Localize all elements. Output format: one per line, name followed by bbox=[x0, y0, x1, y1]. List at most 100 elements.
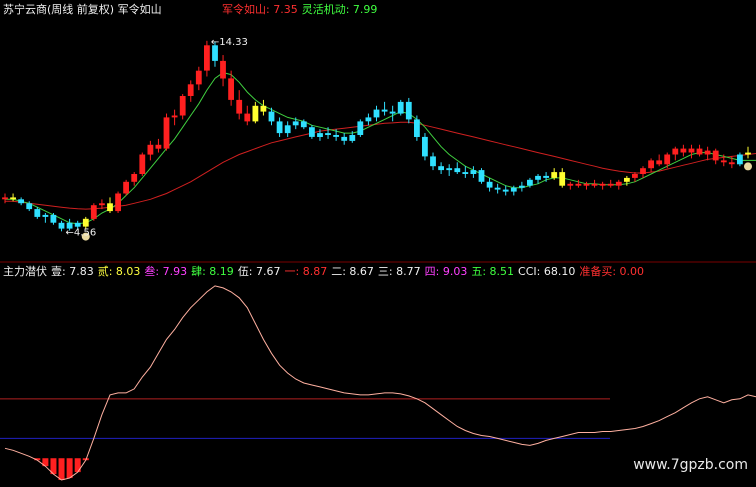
candle-body bbox=[99, 203, 105, 206]
candle-body bbox=[712, 150, 719, 161]
candle-body bbox=[745, 152, 751, 155]
candle-body bbox=[737, 154, 743, 165]
high-price-label: ←14.33 bbox=[211, 37, 248, 48]
candle-body bbox=[599, 183, 606, 186]
candle-body bbox=[26, 203, 33, 210]
candle-body bbox=[607, 183, 614, 186]
candle-body bbox=[10, 197, 16, 200]
candle-body bbox=[510, 187, 517, 192]
candle-body bbox=[543, 175, 549, 178]
candle-body bbox=[333, 135, 339, 137]
candle-body bbox=[349, 135, 356, 141]
candle-body bbox=[187, 84, 194, 96]
indicator-legend-item: 壹: 7.83 bbox=[51, 265, 94, 278]
candle-body bbox=[276, 121, 283, 134]
candle-body bbox=[728, 162, 735, 165]
candle-body bbox=[624, 177, 630, 182]
indicator-legend-item: 贰: 8.03 bbox=[97, 265, 141, 278]
candle-body bbox=[648, 160, 654, 169]
candle-body bbox=[672, 148, 679, 155]
candle-body bbox=[583, 183, 590, 186]
candle-body bbox=[486, 181, 493, 188]
candle-body bbox=[341, 136, 348, 141]
candle-body bbox=[107, 203, 113, 212]
candle-body bbox=[640, 168, 646, 174]
indicator-legend-item: 肆: 8.19 bbox=[191, 265, 234, 278]
candle-body bbox=[405, 101, 412, 120]
candle-body bbox=[430, 156, 436, 167]
candle-body bbox=[300, 121, 307, 128]
candle-body bbox=[664, 154, 671, 165]
indicator-legend: 主力潜伏 壹: 7.83 贰: 8.03 叁: 7.93 肆: 8.19 伍: 7.67 一… bbox=[3, 265, 648, 278]
main-legend-item: 军令如山: 7.35 bbox=[222, 3, 298, 16]
indicator-legend-item: 主力潜伏 bbox=[3, 265, 47, 278]
candle[interactable] bbox=[737, 152, 743, 167]
candle-body bbox=[18, 199, 24, 204]
candle-body bbox=[220, 60, 226, 79]
candle-body bbox=[567, 183, 574, 186]
candle[interactable] bbox=[139, 152, 146, 176]
candle-body bbox=[704, 150, 711, 155]
candle[interactable] bbox=[422, 133, 428, 161]
candle-body bbox=[131, 174, 138, 182]
candle-body bbox=[268, 111, 275, 122]
candle-body bbox=[519, 185, 525, 188]
candle-body bbox=[535, 175, 541, 180]
candle-body bbox=[389, 111, 396, 114]
candle[interactable] bbox=[357, 119, 364, 137]
candle-body bbox=[422, 136, 428, 157]
candle-body bbox=[82, 218, 89, 227]
candle[interactable] bbox=[123, 179, 129, 196]
candle-body bbox=[292, 121, 299, 126]
candle-body bbox=[365, 117, 372, 122]
main-legend: 军令如山: 7.35 灵活机动: 7.99 bbox=[222, 3, 381, 16]
candle-body bbox=[680, 148, 687, 153]
indicator-legend-item: 一: 8.87 bbox=[284, 265, 328, 278]
candle-body bbox=[195, 70, 202, 85]
candlestick-chart[interactable]: ←14.33 ←4.56 bbox=[0, 0, 756, 487]
candle-body bbox=[155, 144, 162, 149]
low-price-label: ←4.56 bbox=[66, 227, 97, 238]
candle-body bbox=[357, 121, 364, 135]
candle[interactable] bbox=[115, 191, 121, 213]
candle-body bbox=[74, 222, 81, 227]
candle-body bbox=[163, 117, 170, 149]
candle-body bbox=[397, 101, 404, 114]
indicator-legend-item: 二: 8.67 bbox=[331, 265, 374, 278]
candle-body bbox=[260, 105, 267, 112]
candle[interactable] bbox=[397, 99, 404, 116]
candle[interactable] bbox=[309, 125, 315, 139]
candle[interactable] bbox=[163, 113, 170, 151]
indicator-legend-item: CCI: 68.10 bbox=[518, 265, 576, 278]
candle[interactable] bbox=[478, 168, 485, 184]
indicator-legend-item: 叁: 7.93 bbox=[144, 265, 188, 278]
indicator-legend-item: 伍: 7.67 bbox=[237, 265, 281, 278]
candle-body bbox=[309, 127, 315, 137]
candle-body bbox=[446, 168, 453, 171]
candle-body bbox=[551, 172, 558, 178]
candle-body bbox=[58, 222, 65, 229]
candle-body bbox=[438, 166, 444, 171]
candle-body bbox=[2, 197, 8, 200]
candle-body bbox=[591, 183, 598, 186]
candle-body bbox=[139, 154, 146, 174]
candle-body bbox=[470, 170, 477, 174]
indicator-legend-item: 四: 9.03 bbox=[424, 265, 468, 278]
candle-body bbox=[34, 209, 41, 217]
candle[interactable] bbox=[90, 203, 97, 221]
candle-body bbox=[123, 181, 129, 194]
candle-body bbox=[632, 174, 638, 178]
candle-body bbox=[228, 78, 234, 100]
candle-body bbox=[454, 168, 461, 173]
candle-body bbox=[179, 96, 186, 116]
candle-body bbox=[115, 193, 121, 212]
candle-body bbox=[147, 144, 154, 155]
signal-marker bbox=[744, 162, 752, 171]
candle-body bbox=[373, 109, 380, 118]
candle-body bbox=[502, 189, 509, 192]
candle-body bbox=[414, 119, 420, 137]
candle-body bbox=[462, 172, 469, 174]
candle-body bbox=[478, 170, 485, 182]
candle-body bbox=[696, 148, 703, 155]
candle-body bbox=[575, 183, 582, 186]
